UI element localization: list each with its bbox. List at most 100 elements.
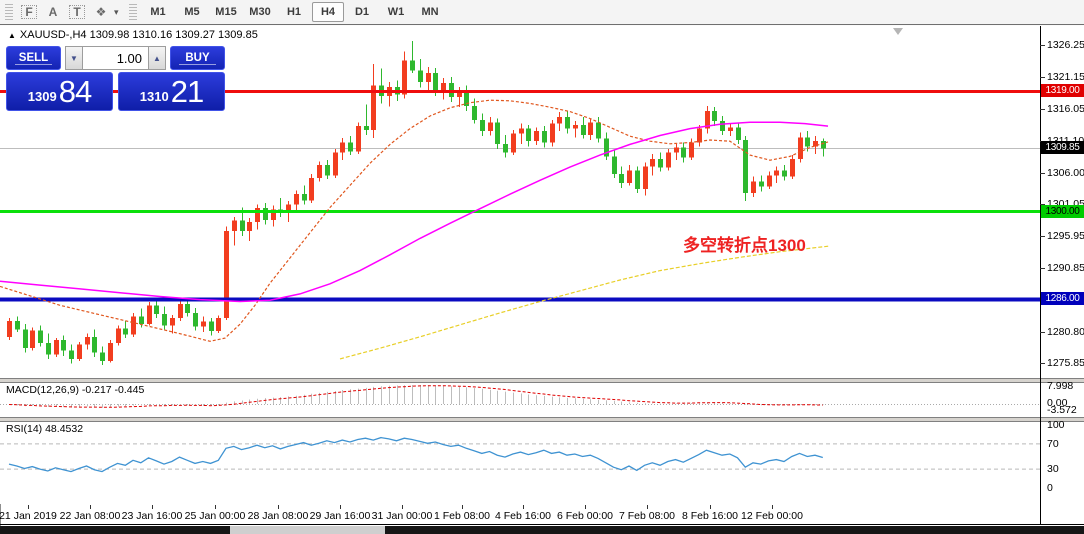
price-tick-label: 1275.85 <box>1047 357 1084 369</box>
fast-ma <box>0 99 829 342</box>
timeframe-m1[interactable]: M1 <box>142 2 174 22</box>
buy-button[interactable]: BUY <box>170 46 225 70</box>
toolbar-grip[interactable] <box>5 4 13 20</box>
rsi-pane[interactable] <box>0 422 1040 504</box>
time-tick-label: 29 Jan 16:00 <box>309 510 371 522</box>
price-tick-label: 1316.05 <box>1047 103 1084 115</box>
price-tick <box>1040 363 1045 364</box>
time-tick-label: 12 Feb 00:00 <box>741 510 803 522</box>
time-tick-label: 8 Feb 16:00 <box>681 510 739 522</box>
fibonacci-glyph: F <box>21 5 37 19</box>
time-tick-label: 25 Jan 00:00 <box>184 510 246 522</box>
sell-button[interactable]: SELL <box>6 46 61 70</box>
macd-pane[interactable] <box>0 383 1040 417</box>
price-tick-label: 1306.00 <box>1047 167 1084 179</box>
time-tick <box>402 505 403 509</box>
rsi-axis-100: 100 <box>1047 419 1065 431</box>
time-tick <box>90 505 91 509</box>
sell-price-small: 1309 <box>27 89 57 104</box>
sell-price-big: 84 <box>58 74 92 109</box>
time-tick-label: 28 Jan 08:00 <box>247 510 309 522</box>
price-badge-1309.85: 1309.85 <box>1041 141 1084 154</box>
price-tick-label: 1326.25 <box>1047 39 1084 51</box>
time-tick <box>278 505 279 509</box>
label-glyph: T <box>69 5 85 19</box>
time-tick-label: 1 Feb 08:00 <box>433 510 491 522</box>
price-tick <box>1040 45 1045 46</box>
time-tick-label: 31 Jan 00:00 <box>371 510 433 522</box>
timeframe-m30[interactable]: M30 <box>244 2 276 22</box>
timeframe-d1[interactable]: D1 <box>346 2 378 22</box>
fibonacci-tool-icon[interactable]: F <box>18 3 40 21</box>
timeframe-h4[interactable]: H4 <box>312 2 344 22</box>
timeframe-m5[interactable]: M5 <box>176 2 208 22</box>
buy-price-big: 21 <box>170 74 204 109</box>
bottom-strip-segment <box>0 526 230 534</box>
timeframe-m15[interactable]: M15 <box>210 2 242 22</box>
arrow-tools-icon[interactable]: ❖ <box>90 3 112 21</box>
timeframe-bar: M1 M5 M15 M30 H1 H4 D1 W1 MN <box>142 2 446 22</box>
time-tick <box>585 505 586 509</box>
volume-increase-button[interactable]: ▲ <box>148 46 166 70</box>
time-tick-label: 7 Feb 08:00 <box>618 510 676 522</box>
axis-divider <box>1040 26 1041 524</box>
timeframe-w1[interactable]: W1 <box>380 2 412 22</box>
macd-axis-min: -3.572 <box>1047 404 1077 416</box>
slow-ma <box>339 245 831 360</box>
one-click-trade-panel: SELL ▼ 1.00 ▲ BUY 1309 84 1310 21 <box>6 46 225 111</box>
time-tick <box>152 505 153 509</box>
time-tick <box>28 505 29 509</box>
rsi-label: RSI(14) 48.4532 <box>6 423 84 435</box>
bottom-strip-segment <box>385 526 1084 534</box>
price-tick <box>1040 268 1045 269</box>
mt4-window: F A T ❖ ▾ M1 M5 M15 M30 H1 H4 D1 W1 MN ▲ XAUUSD-,… <box>0 0 1084 534</box>
collapse-arrow-icon[interactable]: ▲ <box>8 31 16 40</box>
price-tick <box>1040 332 1045 333</box>
time-tick <box>340 505 341 509</box>
time-tick-label: 22 Jan 08:00 <box>59 510 121 522</box>
price-tick-label: 1290.85 <box>1047 262 1084 274</box>
volume-stepper: ▼ 1.00 ▲ <box>65 46 166 70</box>
chart-title: ▲ XAUUSD-,H4 1309.98 1310.16 1309.27 1309… <box>8 29 258 41</box>
toolbar-grip[interactable] <box>129 4 137 20</box>
volume-decrease-button[interactable]: ▼ <box>65 46 83 70</box>
price-tick-label: 1295.95 <box>1047 230 1084 242</box>
time-tick <box>215 505 216 509</box>
timeframe-mn[interactable]: MN <box>414 2 446 22</box>
time-tick <box>523 505 524 509</box>
macd-axis-max: 7.998 <box>1047 380 1074 392</box>
chart-annotation: 多空转折点1300 <box>683 236 806 255</box>
time-tick-label: 6 Feb 00:00 <box>556 510 614 522</box>
price-badge-1300.00: 1300.00 <box>1041 205 1084 218</box>
sell-price-box[interactable]: 1309 84 <box>6 72 113 111</box>
time-tick <box>710 505 711 509</box>
price-badge-1319.00: 1319.00 <box>1041 84 1084 97</box>
chart-title-text: XAUUSD-,H4 1309.98 1310.16 1309.27 1309.… <box>19 29 258 41</box>
text-label-tool-icon[interactable]: T <box>66 3 88 21</box>
buy-price-small: 1310 <box>139 89 169 104</box>
toolbar: F A T ❖ ▾ M1 M5 M15 M30 H1 H4 D1 W1 MN <box>0 0 1084 24</box>
bottom-strip-segment <box>230 526 385 534</box>
time-tick-label: 21 Jan 2019 <box>0 510 57 522</box>
text-tool-icon[interactable]: A <box>42 3 64 21</box>
rsi-axis-0: 0 <box>1047 482 1053 494</box>
price-tick-label: 1321.15 <box>1047 71 1084 83</box>
price-tick <box>1040 173 1045 174</box>
chart-shift-marker[interactable] <box>893 28 903 35</box>
time-tick <box>462 505 463 509</box>
buy-price-box[interactable]: 1310 21 <box>118 72 225 111</box>
price-tick <box>1040 77 1045 78</box>
price-tick <box>1040 109 1045 110</box>
time-tick <box>772 505 773 509</box>
price-tick-label: 1280.80 <box>1047 326 1084 338</box>
time-tick <box>647 505 648 509</box>
macd-label: MACD(12,26,9) -0.217 -0.445 <box>6 384 145 396</box>
time-tick-label: 23 Jan 16:00 <box>121 510 183 522</box>
divider <box>0 524 1084 525</box>
price-badge-1286.00: 1286.00 <box>1041 292 1084 305</box>
chevron-down-icon[interactable]: ▾ <box>114 7 124 18</box>
price-tick <box>1040 236 1045 237</box>
timeframe-h1[interactable]: H1 <box>278 2 310 22</box>
volume-input[interactable]: 1.00 <box>83 46 148 70</box>
time-tick-label: 4 Feb 16:00 <box>494 510 552 522</box>
